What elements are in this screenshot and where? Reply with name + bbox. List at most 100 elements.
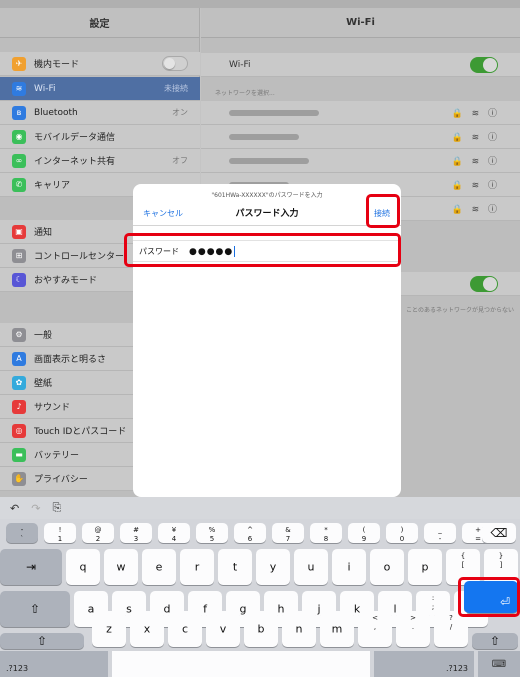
wifi-toggle[interactable] (470, 56, 498, 73)
caps-lock-icon[interactable]: ⇧ (0, 591, 70, 627)
number-key[interactable]: ) 0 (386, 523, 418, 543)
letter-key[interactable]: m (320, 611, 354, 647)
letter-key[interactable]: w (104, 549, 138, 585)
numbers-mode-key[interactable]: .?123 (0, 651, 108, 677)
ask-to-join-toggle[interactable] (470, 275, 498, 292)
key-top-label: > (410, 614, 416, 622)
sidebar-item-label: Wi-Fi (34, 83, 56, 94)
key-bottom-label: 7 (285, 535, 291, 543)
key-label: c (181, 622, 189, 636)
letter-key[interactable]: c (168, 611, 202, 647)
letter-key[interactable]: q (66, 549, 100, 585)
number-key[interactable]: * 8 (310, 523, 342, 543)
letter-key[interactable]: o (370, 549, 404, 585)
letter-key[interactable]: v (206, 611, 240, 647)
password-dialog: "601HWa-XXXXXX"のパスワードを入力 キャンセル パスワード入力 接… (133, 184, 401, 497)
sidebar-item-value: オフ (172, 156, 188, 165)
letter-key[interactable]: p (408, 549, 442, 585)
number-key[interactable]: % 5 (196, 523, 228, 543)
sidebar-item-label: 機内モード (34, 60, 80, 70)
number-key[interactable]: ! 1 (44, 523, 76, 543)
number-key[interactable]: @2 (82, 523, 114, 543)
sidebar-item[interactable]: ∞ インターネット共有 オフ (0, 149, 200, 173)
letter-key[interactable]: t (218, 549, 252, 585)
number-key[interactable]: (9 (348, 523, 380, 543)
connect-button[interactable]: 接続 (374, 208, 390, 219)
letter-key[interactable]: u (294, 549, 328, 585)
symbol-key[interactable]: }] (484, 549, 518, 585)
shift-right-icon[interactable]: ⇧ (472, 633, 518, 649)
network-name (229, 157, 309, 164)
sidebar-item[interactable]: ʙ Bluetooth オン (0, 101, 200, 125)
key-top-label: < (372, 614, 378, 622)
sidebar-item-icon: ▬ (12, 447, 26, 462)
number-key[interactable]: & 7 (272, 523, 304, 543)
key-top-label: : (431, 594, 435, 602)
key-label: ⇧ (29, 602, 41, 616)
wifi-toggle-row[interactable]: Wi-Fi (201, 53, 520, 77)
network-row[interactable]: 🔒 ≋ ⓘ (201, 101, 520, 125)
network-row[interactable]: 🔒 ≋ ⓘ (201, 125, 520, 149)
sidebar-item[interactable]: ◉ モバイルデータ通信 (0, 125, 200, 149)
letter-key[interactable]: n (282, 611, 316, 647)
key-label: p (421, 560, 429, 574)
letter-key[interactable]: b (244, 611, 278, 647)
key-label: y (269, 560, 277, 574)
number-key[interactable]: - ` (6, 523, 38, 543)
key-top-label: # (133, 526, 139, 534)
key-bottom-label: 5 (209, 535, 215, 543)
space-key[interactable] (112, 651, 370, 677)
key-bottom-label: . (411, 623, 415, 631)
sidebar-item-value: オン (172, 108, 188, 117)
hide-keyboard-icon[interactable]: ⌨ (478, 651, 520, 677)
password-field-row[interactable]: パスワード ●●●●● (133, 240, 401, 262)
numbers-mode-key-right[interactable]: .?123 (374, 651, 474, 677)
key-bottom-label: [ (461, 561, 465, 569)
number-key[interactable]: _ - (424, 523, 456, 543)
sidebar-item-icon: ⊞ (12, 248, 26, 263)
sidebar-item-icon: ⚙ (12, 327, 26, 342)
dialog-subtitle: "601HWa-XXXXXX"のパスワードを入力 (211, 192, 323, 199)
key-bottom-label: , (373, 623, 377, 631)
redo-icon[interactable]: ↷ (31, 502, 40, 515)
shift-icon[interactable]: ⇧ (0, 633, 84, 649)
letter-key[interactable]: i (332, 549, 366, 585)
sidebar-item[interactable]: ✈ 機内モード (0, 52, 200, 76)
undo-icon[interactable]: ↶ (10, 502, 19, 515)
text-caret (234, 245, 236, 257)
letter-key[interactable]: x (130, 611, 164, 647)
letter-key[interactable]: z (92, 611, 126, 647)
return-key[interactable]: ⏎ (464, 581, 518, 613)
paste-icon[interactable]: ⎘ (52, 501, 61, 515)
symbol-key[interactable]: <, (358, 611, 392, 647)
letter-key[interactable]: e (142, 549, 176, 585)
password-input[interactable]: ●●●●● (189, 245, 236, 257)
key-bottom-label: / (449, 623, 453, 631)
network-row[interactable]: 🔒 ≋ ⓘ (201, 149, 520, 173)
delete-icon[interactable]: ⌫ (482, 523, 516, 543)
key-label: m (331, 622, 343, 636)
number-key[interactable]: #3 (120, 523, 152, 543)
tab-icon[interactable]: ⇥ (0, 549, 62, 585)
number-key[interactable]: ^ 6 (234, 523, 266, 543)
sidebar-item-icon: ✈ (12, 56, 26, 71)
dialog-divider (133, 225, 401, 226)
key-top-label: } (498, 552, 504, 560)
symbol-key[interactable]: ? / (434, 611, 468, 647)
symbol-key[interactable]: >. (396, 611, 430, 647)
sidebar-item-icon: ✆ (12, 177, 26, 192)
symbol-key[interactable]: {[ (446, 549, 480, 585)
airplane-mode-toggle[interactable] (162, 56, 188, 71)
status-bar (0, 0, 520, 8)
sidebar-item-label: インターネット共有 (34, 157, 116, 167)
sidebar-item-icon: ◉ (12, 129, 26, 144)
choose-network-caption: ネットワークを選択... (215, 90, 275, 97)
letter-key[interactable]: y (256, 549, 290, 585)
sidebar-item[interactable]: ≋ Wi-Fi 未接続 (0, 77, 200, 101)
letter-key[interactable]: r (180, 549, 214, 585)
key-top-label: { (460, 552, 466, 560)
key-label: w (116, 560, 126, 574)
sidebar-item-icon: ✋ (12, 471, 26, 486)
number-key[interactable]: ¥4 (158, 523, 190, 543)
key-label: q (79, 560, 87, 574)
